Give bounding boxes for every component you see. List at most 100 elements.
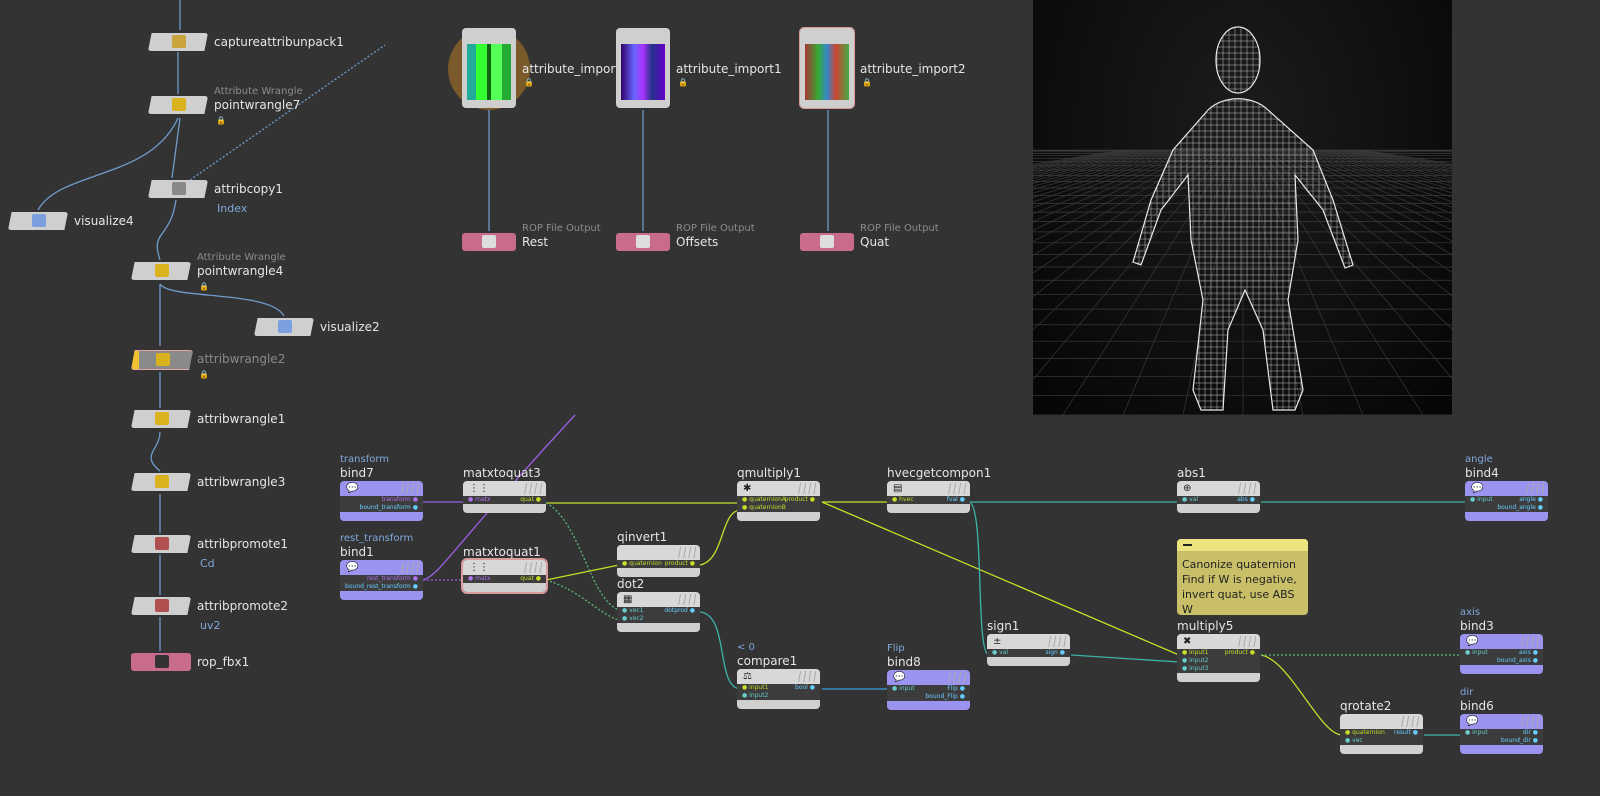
input-port-matx[interactable]: ● matx xyxy=(468,575,491,582)
vop-node-bind8[interactable]: 💬 ● input Flip ● bound_Flip ● xyxy=(887,670,970,710)
output-port-bound_Flip[interactable]: bound_Flip ● xyxy=(925,693,965,700)
node-flags[interactable] xyxy=(946,672,966,683)
vop-node-dot2[interactable]: ▦ ● vec1 dotprod ● ● vec2 xyxy=(617,592,700,632)
output-port-bound_angle[interactable]: bound_angle ● xyxy=(1497,504,1543,511)
vop-node-multiply5[interactable]: ✖ ● input1 product ● ● input2 ● input3 xyxy=(1177,634,1260,682)
output-port-axis[interactable]: axis ● xyxy=(1519,649,1538,656)
rop-output-node-offsets[interactable] xyxy=(616,233,670,251)
output-port-result[interactable]: result ● xyxy=(1394,729,1418,736)
sop-node-attribpromote1[interactable] xyxy=(131,535,191,553)
node-flags[interactable] xyxy=(522,483,542,494)
sop-node-attribcopy1[interactable] xyxy=(148,180,208,198)
input-port-hvec[interactable]: ● hvec xyxy=(892,496,914,503)
node-flags[interactable] xyxy=(796,671,816,682)
input-port-matx[interactable]: ● matx xyxy=(468,496,491,503)
import-node-attribute_import2[interactable] xyxy=(799,27,855,109)
node-footer[interactable] xyxy=(987,657,1070,666)
node-footer[interactable] xyxy=(340,512,423,521)
input-port-input[interactable]: ● input xyxy=(1465,729,1488,736)
vop-node-bind3[interactable]: 💬 ● input axis ● bound_axis ● xyxy=(1460,634,1543,674)
node-flags[interactable] xyxy=(399,483,419,494)
node-footer[interactable] xyxy=(887,701,970,710)
vop-node-bind7[interactable]: 💬 transform ● bound_transform ● xyxy=(340,481,423,521)
node-footer[interactable] xyxy=(463,583,546,592)
input-port-quaternionA[interactable]: ● quaternionA xyxy=(742,496,786,503)
vop-node-bind1[interactable]: 💬 rest_transform ● bound_rest_transform ● xyxy=(340,560,423,600)
node-flags[interactable] xyxy=(676,594,696,605)
node-footer[interactable] xyxy=(737,512,820,521)
node-footer[interactable] xyxy=(1340,745,1423,754)
rop-output-node-quat[interactable] xyxy=(800,233,854,251)
node-footer[interactable] xyxy=(737,700,820,709)
vop-node-qmultiply1[interactable]: ✱ ● quaternionA product ● ● quaternionB xyxy=(737,481,820,521)
input-port-vec2[interactable]: ● vec2 xyxy=(622,615,644,622)
input-port-input2[interactable]: ● input2 xyxy=(1182,657,1208,664)
node-flags[interactable] xyxy=(1519,636,1539,647)
node-footer[interactable] xyxy=(1177,504,1260,513)
node-footer[interactable] xyxy=(617,568,700,577)
vop-node-compare1[interactable]: ⚖ ● input1 bool ● ● input2 xyxy=(737,669,820,709)
output-port-transform[interactable]: transform ● xyxy=(381,496,418,503)
node-footer[interactable] xyxy=(463,504,546,513)
output-port-bound_dir[interactable]: bound_dir ● xyxy=(1501,737,1538,744)
node-flags[interactable] xyxy=(946,483,966,494)
sop-node-captureattribunpack1[interactable] xyxy=(148,33,208,51)
node-flags[interactable] xyxy=(676,547,696,558)
output-port-sign[interactable]: sign ● xyxy=(1045,649,1065,656)
output-port-quat[interactable]: quat ● xyxy=(520,575,541,582)
node-flags[interactable] xyxy=(1236,636,1256,647)
input-port-quaternionB[interactable]: ● quaternionB xyxy=(742,504,786,511)
node-flags[interactable] xyxy=(399,562,419,573)
vop-node-hvecgetcompon1[interactable]: ▤ ● hvec fval ● xyxy=(887,481,970,513)
node-flags[interactable] xyxy=(796,483,816,494)
node-flags[interactable] xyxy=(1046,636,1066,647)
output-port-Flip[interactable]: Flip ● xyxy=(947,685,965,692)
output-port-abs[interactable]: abs ● xyxy=(1237,496,1255,503)
input-port-val[interactable]: ● val xyxy=(992,649,1008,656)
output-port-quat[interactable]: quat ● xyxy=(520,496,541,503)
output-port-dir[interactable]: dir ● xyxy=(1523,729,1538,736)
output-port-product[interactable]: product ● xyxy=(785,496,815,503)
input-port-input2[interactable]: ● input2 xyxy=(742,692,768,699)
node-footer[interactable] xyxy=(1460,745,1543,754)
bypass-flag[interactable] xyxy=(132,351,139,369)
input-port-input1[interactable]: ● input1 xyxy=(742,684,768,691)
input-port-quaternion[interactable]: ● quaternion xyxy=(622,560,662,567)
input-port-input[interactable]: ● input xyxy=(892,685,915,692)
vop-node-matxtoquat3[interactable]: ⋮⋮ ● matx quat ● xyxy=(463,481,546,513)
vop-node-sign1[interactable]: ± ● val sign ● xyxy=(987,634,1070,666)
vop-node-abs1[interactable]: ⊕ ● val abs ● xyxy=(1177,481,1260,513)
node-flags[interactable] xyxy=(1519,716,1539,727)
output-port-rest_transform[interactable]: rest_transform ● xyxy=(367,575,418,582)
node-flags[interactable] xyxy=(522,562,542,573)
node-footer[interactable] xyxy=(1177,673,1260,682)
input-port-input[interactable]: ● input xyxy=(1465,649,1488,656)
output-port-product[interactable]: product ● xyxy=(665,560,695,567)
vop-node-qrotate2[interactable]: ● quaternion result ● ● vec xyxy=(1340,714,1423,754)
import-node-attribute_import1[interactable] xyxy=(616,28,670,108)
sop-node-attribwrangle1[interactable] xyxy=(131,410,191,428)
input-port-quaternion[interactable]: ● quaternion xyxy=(1345,729,1385,736)
input-port-val[interactable]: ● val xyxy=(1182,496,1198,503)
sop-node-attribwrangle3[interactable] xyxy=(131,473,191,491)
sop-node-attribpromote2[interactable] xyxy=(131,597,191,615)
input-port-input3[interactable]: ● input3 xyxy=(1182,665,1208,672)
output-port-bound_axis[interactable]: bound_axis ● xyxy=(1497,657,1538,664)
rop-output-node-rest[interactable] xyxy=(462,233,516,251)
sop-node-rop_fbx1[interactable] xyxy=(131,653,191,671)
output-port-dotprod[interactable]: dotprod ● xyxy=(664,607,695,614)
node-flags[interactable] xyxy=(1236,483,1256,494)
output-port-product[interactable]: product ● xyxy=(1225,649,1255,656)
output-port-angle[interactable]: angle ● xyxy=(1519,496,1543,503)
output-port-bool[interactable]: bool ● xyxy=(795,684,815,691)
input-port-input1[interactable]: ● input1 xyxy=(1182,649,1208,656)
sticky-note[interactable]: Canonize quaternion Find if W is negativ… xyxy=(1177,539,1308,616)
input-port-vec1[interactable]: ● vec1 xyxy=(622,607,644,614)
node-footer[interactable] xyxy=(1465,512,1548,521)
node-footer[interactable] xyxy=(340,591,423,600)
sop-node-visualize4[interactable] xyxy=(8,212,68,230)
node-flags[interactable] xyxy=(1399,716,1419,727)
output-port-bound_rest_transform[interactable]: bound_rest_transform ● xyxy=(345,583,418,590)
vop-node-bind4[interactable]: 💬 ● input angle ● bound_angle ● xyxy=(1465,481,1548,521)
node-flags[interactable] xyxy=(1524,483,1544,494)
